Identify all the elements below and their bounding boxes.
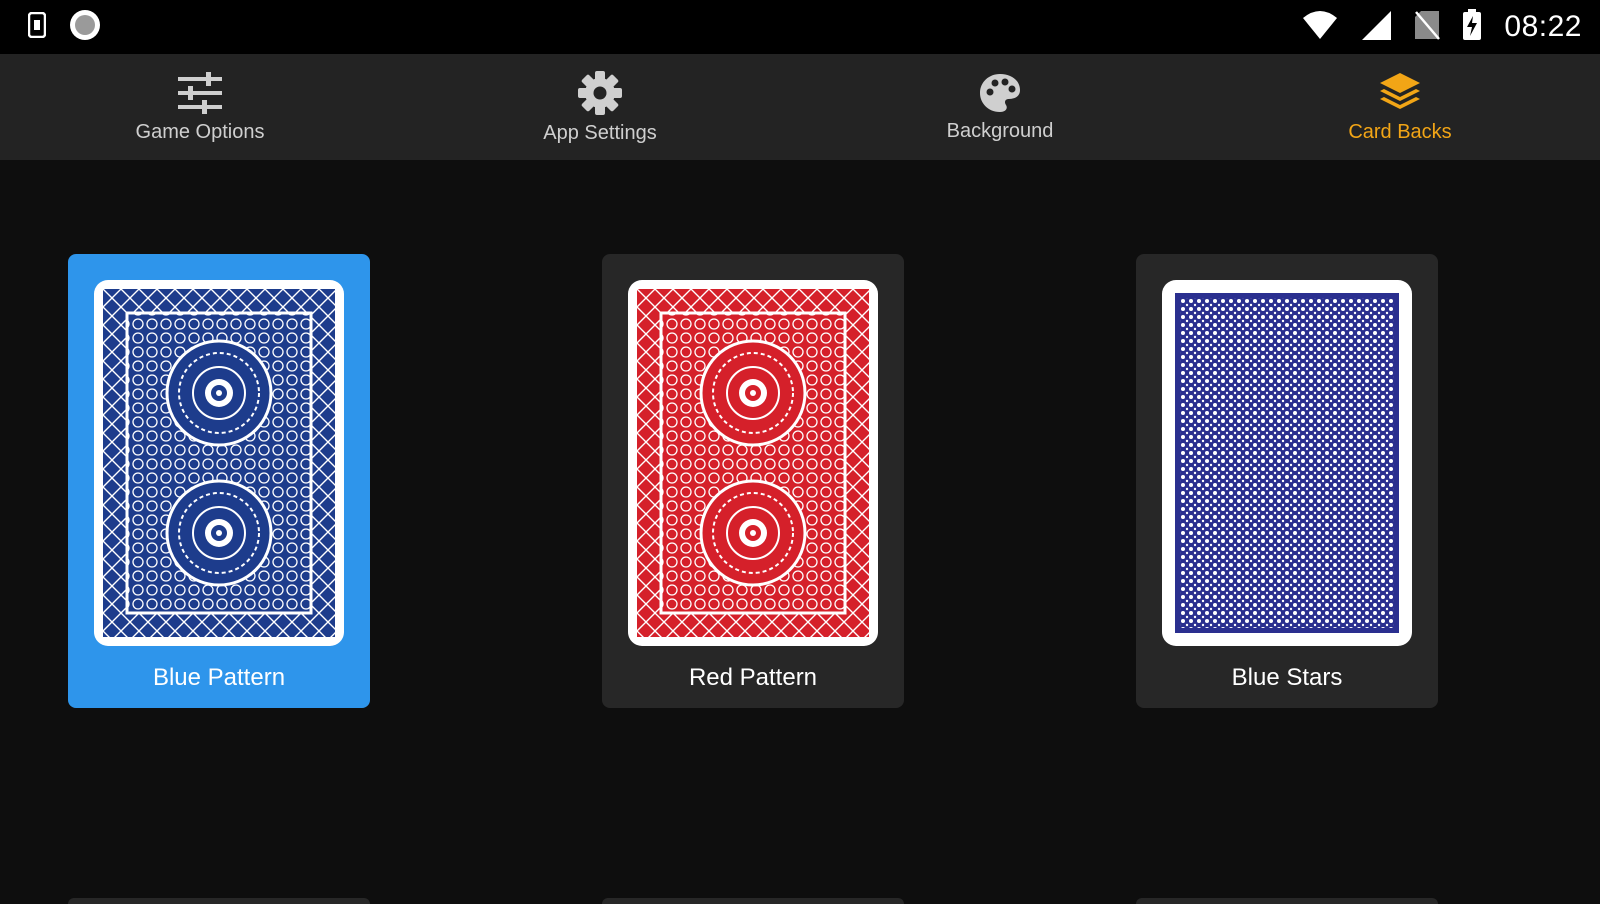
tab-label: App Settings [543,121,657,144]
status-left [27,8,102,47]
sliders-icon [176,71,224,115]
layers-icon [1378,71,1422,115]
record-icon [68,8,102,47]
card-back-option-partial[interactable] [68,898,370,904]
tab-label: Game Options [135,120,265,143]
card-back-label: Blue Stars [1231,664,1343,691]
card-back-option-blue-stars[interactable]: Blue Stars [1136,254,1438,708]
tab-label: Background [946,119,1054,142]
tab-app-settings[interactable]: App Settings [400,54,800,160]
tab-game-options[interactable]: Game Options [0,54,400,160]
card-back-grid: Blue Pattern Red Pattern Blue Stars [0,160,1600,904]
status-right: 08:22 [1302,8,1582,46]
card-back-preview [628,280,878,646]
card-back-option-partial[interactable] [602,898,904,904]
card-back-image-blue-stars [1171,289,1403,637]
sim-card-icon [27,11,47,43]
card-back-option-partial[interactable] [1136,898,1438,904]
tab-background[interactable]: Background [800,54,1200,160]
card-back-option-blue-pattern[interactable]: Blue Pattern [68,254,370,708]
wifi-icon [1302,10,1338,45]
card-back-preview [1162,280,1412,646]
card-back-label: Blue Pattern [152,664,286,691]
cell-signal-icon [1360,9,1392,46]
status-time: 08:22 [1504,10,1582,43]
status-bar: 08:22 [0,0,1600,54]
battery-charging-icon [1462,8,1482,46]
palette-icon [978,72,1022,114]
tab-label: Card Backs [1348,120,1452,143]
card-back-label: Red Pattern [688,664,818,691]
card-back-option-red-pattern[interactable]: Red Pattern [602,254,904,708]
gear-icon [577,70,623,116]
card-back-preview [94,280,344,646]
card-back-image-red-pattern [637,289,869,637]
no-sim-icon [1414,10,1441,45]
tab-card-backs[interactable]: Card Backs [1200,54,1600,160]
tab-bar: Game Options App Settings Background Car… [0,54,1600,160]
card-back-image-blue-pattern [103,289,335,637]
